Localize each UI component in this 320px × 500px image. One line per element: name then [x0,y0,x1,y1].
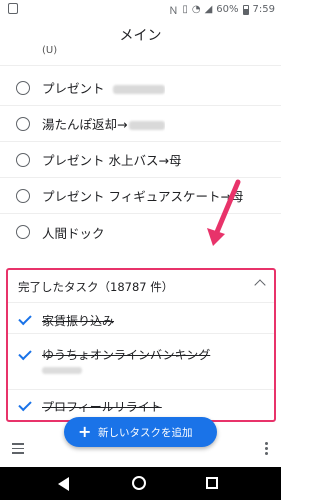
wifi-icon: ◔ [191,4,201,15]
completed-task-row[interactable]: プロフィールリライト [8,390,274,420]
completed-task-label: ゆうちょオンラインバンキング [42,348,211,362]
completed-task-label: 家賃振り込み [42,314,115,328]
home-icon[interactable] [132,476,146,490]
completed-task-label: プロフィールリライト [42,400,162,414]
task-label: プレゼント [42,78,165,97]
completed-tasks-header[interactable]: 完了したタスク（18787 件） [18,279,173,295]
task-checkbox[interactable] [16,116,30,131]
task-row[interactable]: プレゼント [0,70,281,106]
add-task-button[interactable]: + 新しいタスクを追加 [64,417,217,447]
task-row[interactable]: (U) [0,45,281,66]
signal-icon: ◢ [204,4,213,15]
battery-percent: 60% [216,4,239,15]
task-checkbox[interactable] [16,225,30,239]
menu-icon[interactable] [12,443,24,454]
clock: 7:59 [252,4,275,15]
recent-apps-icon[interactable] [206,477,218,489]
task-label: (U) [42,45,58,56]
redacted-note [42,367,82,374]
status-icons: Ｎ ▯ ◔ ◢ 60% 7:59 [168,2,275,17]
back-icon[interactable] [58,477,69,491]
status-bar: Ｎ ▯ ◔ ◢ 60% 7:59 [0,0,281,19]
task-checkbox[interactable] [16,80,30,95]
more-options-icon[interactable] [265,442,268,457]
plus-icon: + [78,422,92,441]
completed-tasks-section: 完了したタスク（18787 件） 家賃振り込み ゆうちょオンラインバンキング プ… [6,268,276,422]
notification-icon [8,3,18,14]
task-label: プレゼント 水上バス→母 [42,153,182,168]
redacted-text [129,121,166,130]
collapse-chevron-icon[interactable] [254,279,266,291]
add-task-label: 新しいタスクを追加 [98,427,193,439]
task-checkbox[interactable] [16,188,30,203]
redacted-text [112,85,165,94]
list-title: メイン [119,28,162,44]
task-label: 湯たんぽ返却→ [42,114,166,133]
vibrate-icon: ▯ [182,4,188,15]
nfc-icon: Ｎ [168,6,179,17]
battery-icon [242,4,249,15]
task-row[interactable]: プレゼント 水上バス→母 [0,142,281,178]
completed-task-row[interactable]: ゆうちょオンラインバンキング [8,334,274,390]
system-nav-bar [0,467,281,500]
completed-task-row[interactable]: 家賃振り込み [8,302,274,334]
task-row[interactable]: 湯たんぽ返却→ [0,106,281,142]
check-icon[interactable] [18,346,32,361]
task-label: 人間ドック [42,225,105,241]
task-checkbox[interactable] [16,152,30,167]
check-icon[interactable] [18,311,32,326]
check-icon[interactable] [18,397,32,412]
annotation-arrow-icon [207,179,241,246]
